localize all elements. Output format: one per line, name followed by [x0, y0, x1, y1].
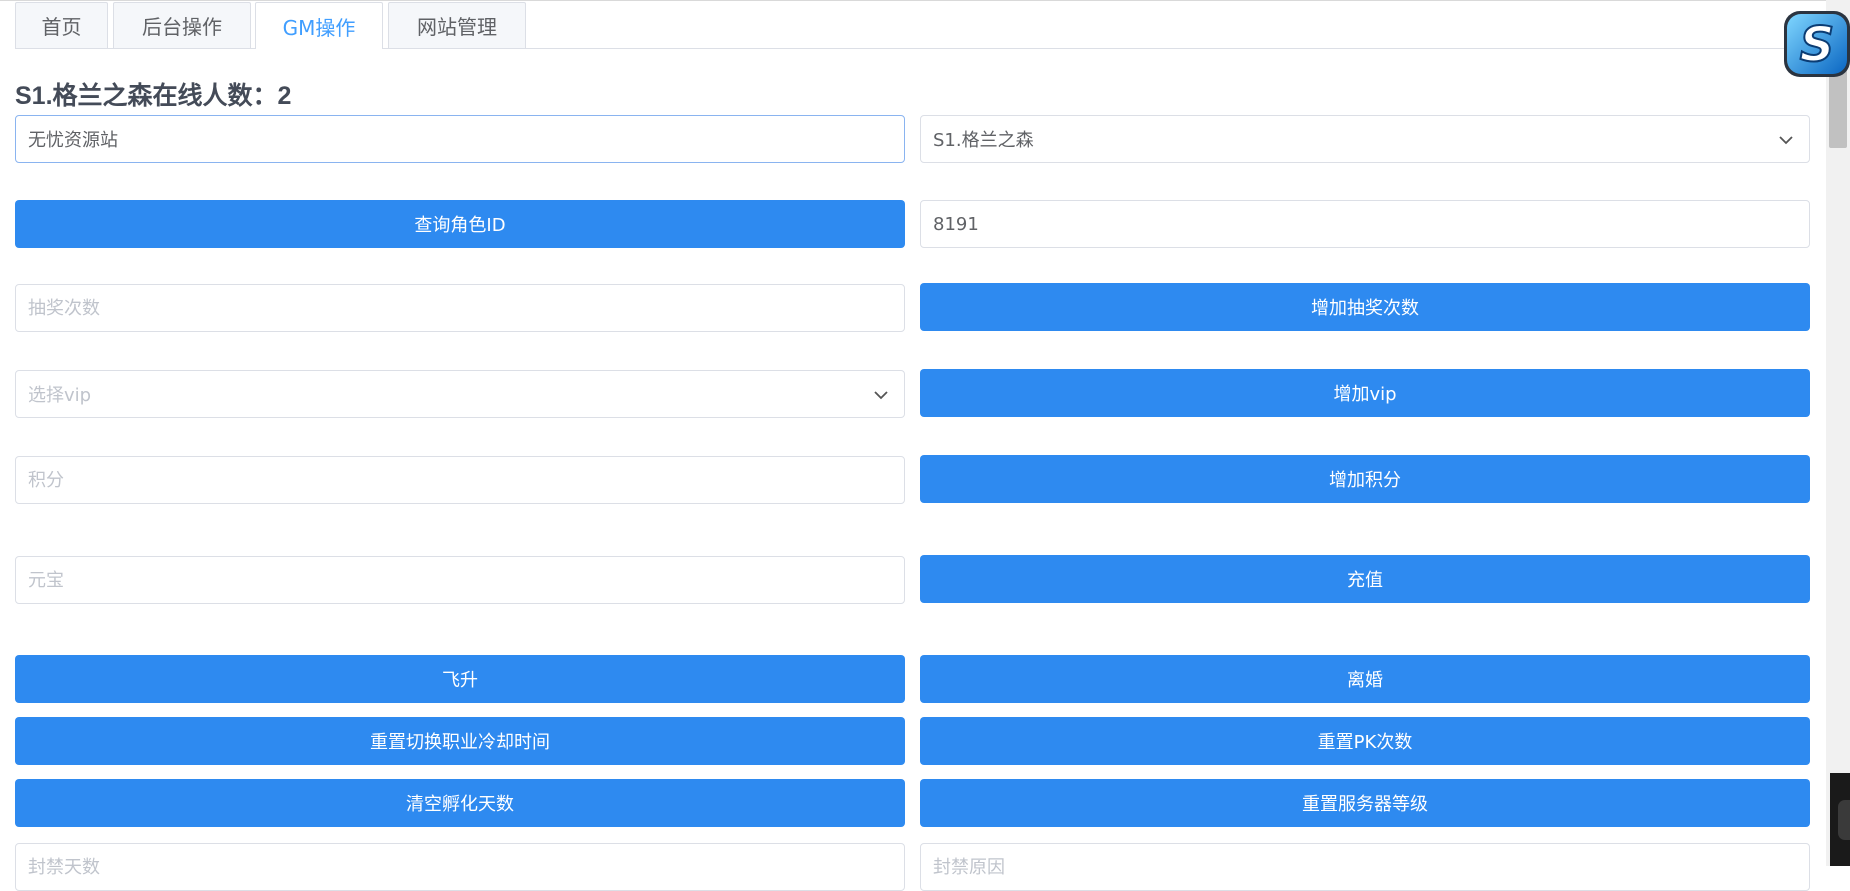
- vip-select[interactable]: 选择vip: [15, 370, 905, 418]
- tab-gm-ops[interactable]: GM操作: [255, 2, 383, 49]
- recharge-button[interactable]: 充值: [920, 555, 1810, 603]
- tab-site-management[interactable]: 网站管理: [388, 2, 526, 48]
- reset-pk-count-button[interactable]: 重置PK次数: [920, 717, 1810, 765]
- tab-backend-ops[interactable]: 后台操作: [113, 2, 251, 48]
- tab-home[interactable]: 首页: [15, 2, 108, 48]
- ascend-button[interactable]: 飞升: [15, 655, 905, 703]
- server-select-value: S1.格兰之森: [933, 130, 1034, 151]
- chevron-down-icon: [874, 391, 888, 400]
- tab-bar: 首页 后台操作 GM操作 网站管理: [15, 2, 1828, 49]
- side-panel-handle[interactable]: [1838, 800, 1850, 840]
- scrollbar-thumb[interactable]: [1829, 68, 1847, 148]
- top-border: [0, 0, 1850, 1]
- lottery-count-input[interactable]: [15, 284, 905, 332]
- reset-server-level-button[interactable]: 重置服务器等级: [920, 779, 1810, 827]
- role-id-input[interactable]: [920, 200, 1810, 248]
- online-count-title: S1.格兰之森在线人数：2: [15, 82, 292, 110]
- yuanbao-input[interactable]: [15, 556, 905, 604]
- divorce-button[interactable]: 离婚: [920, 655, 1810, 703]
- reset-job-cooldown-button[interactable]: 重置切换职业冷却时间: [15, 717, 905, 765]
- account-input[interactable]: [15, 115, 905, 163]
- server-select[interactable]: S1.格兰之森: [920, 115, 1810, 163]
- clear-hatch-days-button[interactable]: 清空孵化天数: [15, 779, 905, 827]
- add-lottery-button[interactable]: 增加抽奖次数: [920, 283, 1810, 331]
- points-input[interactable]: [15, 456, 905, 504]
- query-role-id-button[interactable]: 查询角色ID: [15, 200, 905, 248]
- add-vip-button[interactable]: 增加vip: [920, 369, 1810, 417]
- vip-select-placeholder: 选择vip: [28, 385, 92, 406]
- app-logo-icon: S: [1784, 11, 1850, 77]
- add-points-button[interactable]: 增加积分: [920, 455, 1810, 503]
- chevron-down-icon: [1779, 136, 1793, 145]
- logo-letter: S: [1800, 17, 1835, 73]
- ban-reason-input[interactable]: [920, 843, 1810, 891]
- ban-days-input[interactable]: [15, 843, 905, 891]
